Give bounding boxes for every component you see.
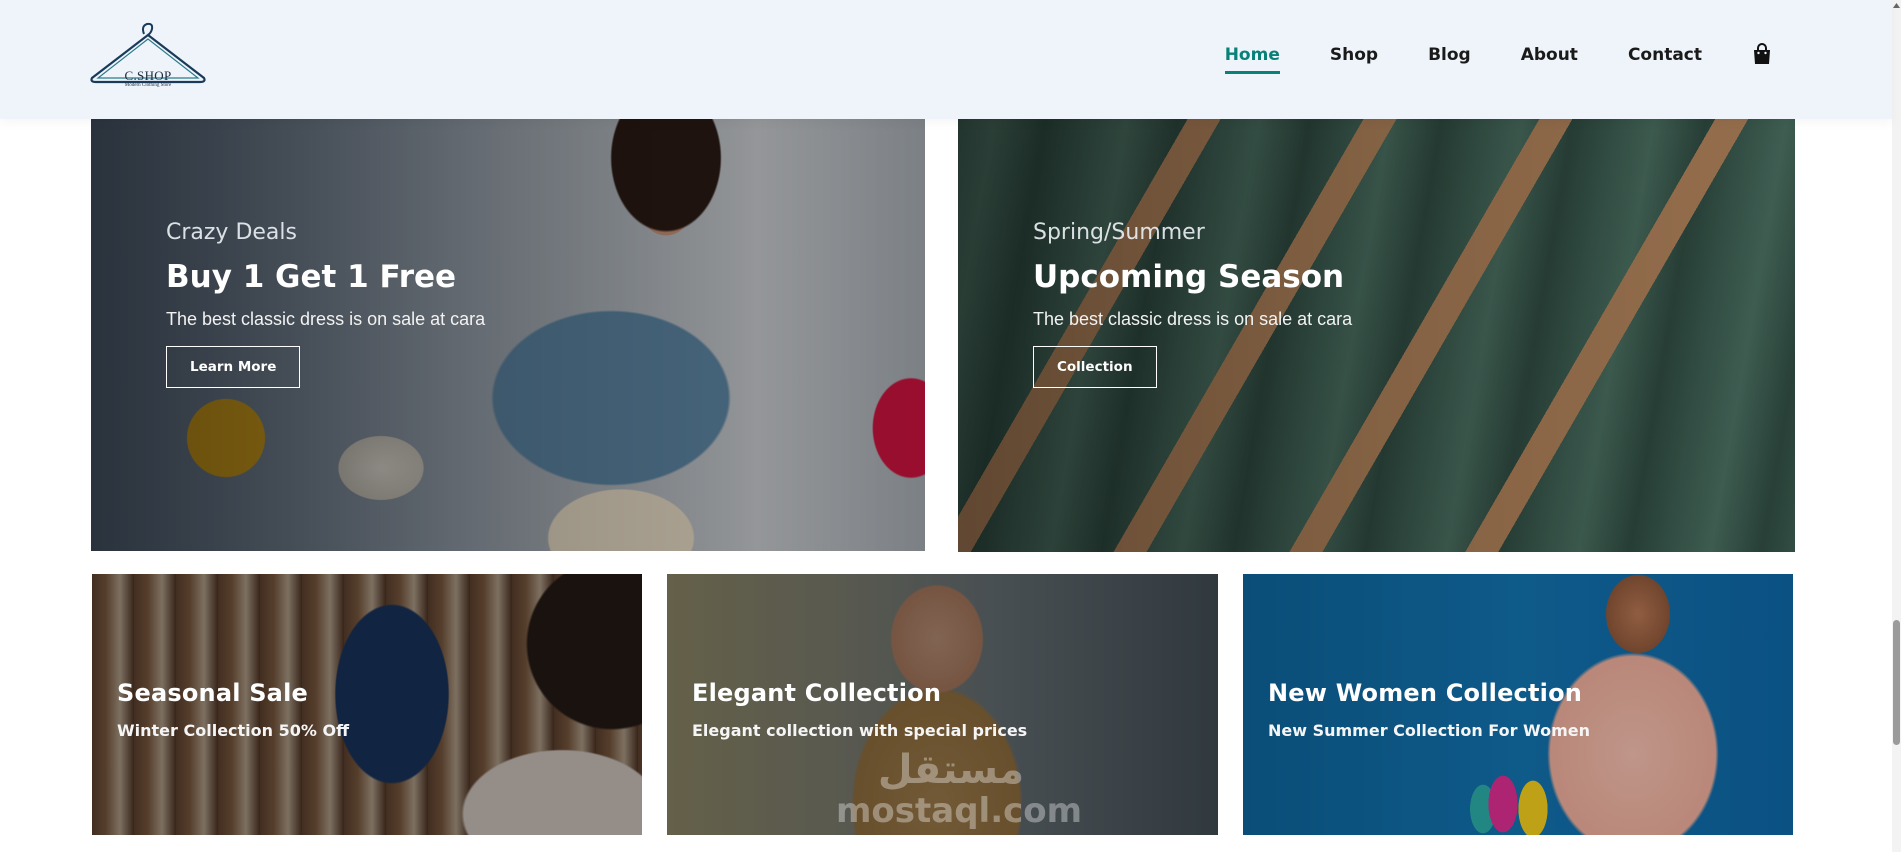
banner-content: Seasonal Sale Winter Collection 50% Off: [117, 679, 349, 740]
logo-text: C.SHOP: [124, 68, 172, 83]
banner-content: Elegant Collection Elegant collection wi…: [692, 679, 1027, 740]
banner-title: New Women Collection: [1268, 679, 1583, 707]
banner-title: Elegant Collection: [692, 679, 942, 707]
page-scrollbar[interactable]: [1892, 0, 1901, 852]
banner-eyebrow: Crazy Deals: [166, 220, 297, 245]
learn-more-button[interactable]: Learn More: [166, 346, 301, 388]
nav-about[interactable]: About: [1521, 45, 1578, 65]
banner-elegant-collection[interactable]: Elegant Collection Elegant collection wi…: [667, 574, 1218, 835]
banner-crazy-deals: Crazy Deals Buy 1 Get 1 Free The best cl…: [91, 98, 925, 551]
banner-description: Winter Collection 50% Off: [117, 721, 350, 740]
banner-new-women-collection[interactable]: New Women Collection New Summer Collecti…: [1243, 574, 1793, 835]
banner-description: The best classic dress is on sale at car…: [166, 309, 486, 329]
main-nav: Home Shop Blog About Contact: [1175, 43, 1772, 74]
banner-upcoming-season: Spring/Summer Upcoming Season The best c…: [958, 98, 1795, 552]
logo[interactable]: C.SHOP Modern Clothing Store: [88, 20, 208, 94]
banner-content: New Women Collection New Summer Collecti…: [1268, 679, 1590, 740]
logo-tagline: Modern Clothing Store: [124, 83, 172, 88]
site-header: C.SHOP Modern Clothing Store Home Shop B…: [0, 0, 1892, 119]
scroll-up-arrow-icon[interactable]: [1893, 2, 1900, 10]
banner-description: Elegant collection with special prices: [692, 721, 1028, 740]
banner-title: Seasonal Sale: [117, 679, 308, 707]
banner-title: Buy 1 Get 1 Free: [166, 259, 457, 295]
collection-button[interactable]: Collection: [1033, 346, 1157, 388]
banner-title: Upcoming Season: [1033, 259, 1345, 295]
shopping-bag-icon[interactable]: [1752, 43, 1772, 65]
nav-home[interactable]: Home: [1224, 45, 1281, 74]
nav-contact[interactable]: Contact: [1628, 45, 1702, 65]
banner-content: Crazy Deals Buy 1 Get 1 Free The best cl…: [166, 220, 485, 388]
banner-seasonal-sale[interactable]: Seasonal Sale Winter Collection 50% Off: [92, 574, 642, 835]
nav-shop[interactable]: Shop: [1330, 45, 1378, 65]
banner-description: The best classic dress is on sale at car…: [1033, 309, 1353, 329]
nav-blog[interactable]: Blog: [1428, 45, 1471, 65]
banner-content: Spring/Summer Upcoming Season The best c…: [1033, 220, 1352, 388]
banner-eyebrow: Spring/Summer: [1033, 220, 1205, 245]
scrollbar-thumb[interactable]: [1893, 620, 1900, 745]
page: C.SHOP Modern Clothing Store Home Shop B…: [0, 0, 1901, 852]
banner-description: New Summer Collection For Women: [1268, 721, 1591, 740]
